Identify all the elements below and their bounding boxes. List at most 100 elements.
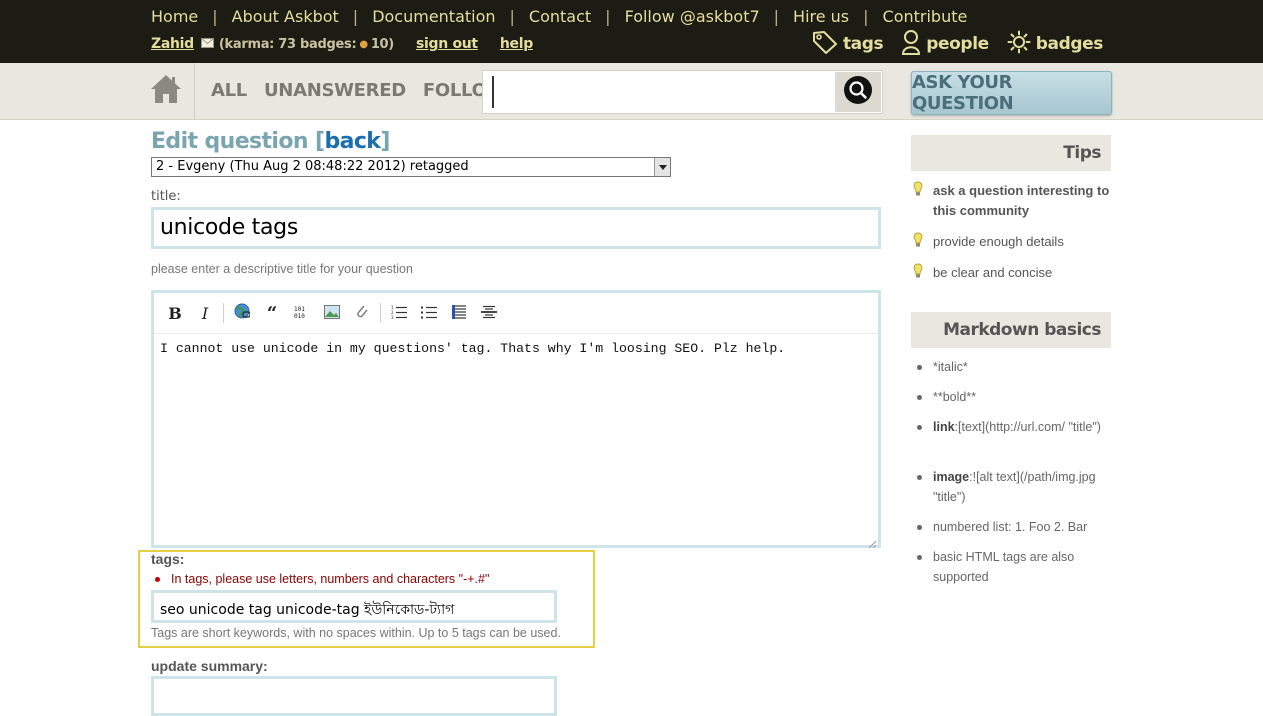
- nav-follow-link[interactable]: Follow @askbot7: [625, 7, 760, 26]
- bullet-list-icon: [421, 304, 437, 323]
- nav-separator: |: [212, 6, 218, 26]
- toolbar-separator: [223, 303, 224, 323]
- horizontal-rule-button[interactable]: [474, 301, 504, 325]
- bullet-icon: [917, 425, 922, 430]
- bullet-icon: [917, 525, 922, 530]
- tags-nav-item[interactable]: tags: [812, 30, 884, 59]
- ask-question-button[interactable]: ASK YOUR QUESTION: [911, 71, 1112, 115]
- resize-grip-icon[interactable]: [868, 535, 877, 549]
- person-icon: [901, 29, 926, 60]
- nav-contact-link[interactable]: Contact: [529, 7, 591, 26]
- chevron-down-icon[interactable]: [654, 158, 670, 176]
- markdown-item-text: basic HTML tags are also supported: [933, 550, 1075, 584]
- bullet-icon: [917, 365, 922, 370]
- link-button[interactable]: [227, 301, 257, 325]
- badge-sun-icon: [1007, 30, 1036, 59]
- bullet-list-button[interactable]: [414, 301, 444, 325]
- markdown-item: link:[text](http://url.com/ "title"): [917, 417, 1113, 437]
- svg-text:3: 3: [391, 315, 394, 319]
- svg-text:101: 101: [294, 306, 305, 313]
- page-title: Edit question [back]: [151, 129, 390, 154]
- bold-icon: B: [168, 303, 182, 323]
- markdown-item: **bold**: [917, 387, 1113, 407]
- italic-button[interactable]: I: [190, 301, 220, 325]
- search-button[interactable]: [835, 72, 881, 112]
- bold-button[interactable]: B: [160, 301, 190, 325]
- nav-about-link[interactable]: About Askbot: [232, 7, 339, 26]
- heading-icon: [452, 304, 466, 323]
- quote-button[interactable]: “: [257, 301, 287, 325]
- image-button[interactable]: [317, 301, 347, 325]
- bullet-icon: [917, 555, 922, 560]
- badges-nav-item[interactable]: badges: [1007, 30, 1103, 59]
- nav-documentation-link[interactable]: Documentation: [372, 7, 495, 26]
- error-bullet-icon: [155, 576, 160, 582]
- tags-nav-label: tags: [842, 34, 884, 54]
- badges-nav-label: badges: [1035, 34, 1104, 54]
- paperclip-icon: [355, 303, 369, 323]
- meta-navigation: tags people badges: [794, 29, 1103, 60]
- nav-contribute-link[interactable]: Contribute: [883, 7, 968, 26]
- numbered-list-icon: 123: [391, 304, 407, 323]
- nav-separator: |: [352, 6, 359, 26]
- nav-separator: |: [509, 6, 515, 26]
- markdown-heading: Markdown basics: [911, 312, 1111, 348]
- question-body-textarea[interactable]: I cannot use unicode in my questions' ta…: [160, 341, 872, 541]
- username-link[interactable]: Zahid: [151, 36, 194, 52]
- badge-dot-icon: ●: [359, 38, 368, 50]
- tip-item: ask a question interesting to this commu…: [913, 181, 1113, 221]
- back-link[interactable]: back: [324, 129, 380, 154]
- markdown-item: basic HTML tags are also supported: [917, 547, 1113, 587]
- markdown-item-text: numbered list: 1. Foo 2. Bar: [933, 520, 1088, 534]
- code-button[interactable]: 101 010: [287, 301, 317, 325]
- svg-text:010: 010: [294, 313, 305, 319]
- tags-hint: Tags are short keywords, with no spaces …: [151, 626, 561, 640]
- scope-all-tab[interactable]: ALL: [211, 80, 247, 101]
- markdown-item-text: *italic*: [933, 360, 968, 374]
- top-header: Home | About Askbot | Documentation | Co…: [0, 0, 1263, 63]
- quote-icon: “: [266, 302, 278, 324]
- attachment-button[interactable]: [347, 301, 377, 325]
- scope-unanswered-tab[interactable]: UNANSWERED: [264, 80, 406, 101]
- tip-text: provide enough details: [933, 234, 1064, 249]
- tip-text: ask a question interesting to this commu…: [933, 183, 1110, 218]
- badge-count: 10): [370, 36, 394, 52]
- code-binary-icon: 101 010: [294, 304, 310, 323]
- karma-badges-text: (karma: 73 badges:: [218, 36, 357, 52]
- nav-hire-link[interactable]: Hire us: [793, 7, 849, 26]
- home-icon: [150, 75, 182, 109]
- tip-text: be clear and concise: [933, 265, 1053, 280]
- question-editor: B I “ 101 010 123 I cannot use unicode in…: [151, 290, 881, 549]
- people-nav-item[interactable]: people: [901, 29, 989, 60]
- tags-error-message: In tags, please use letters, numbers and…: [155, 572, 489, 586]
- tips-heading: Tips: [911, 135, 1111, 171]
- update-summary-input[interactable]: [151, 676, 557, 716]
- help-link[interactable]: help: [500, 36, 533, 52]
- search-icon: [843, 75, 873, 110]
- sign-out-link[interactable]: sign out: [416, 36, 478, 52]
- tag-icon: [812, 30, 843, 59]
- heading-button[interactable]: [444, 301, 474, 325]
- horizontal-rule-icon: [481, 304, 497, 323]
- title-label: title:: [151, 189, 181, 204]
- revision-select[interactable]: 2 - Evgeny (Thu Aug 2 08:48:22 2012) ret…: [151, 157, 671, 177]
- lightbulb-icon: [913, 181, 933, 221]
- toolbar-separator: [380, 303, 381, 323]
- people-nav-label: people: [926, 34, 989, 54]
- italic-icon: I: [201, 303, 209, 323]
- nav-home-link[interactable]: Home: [151, 7, 198, 26]
- title-input[interactable]: unicode tags: [151, 207, 881, 249]
- search-input[interactable]: [492, 76, 834, 108]
- home-button[interactable]: [150, 73, 182, 107]
- numbered-list-button[interactable]: 123: [384, 301, 414, 325]
- globe-link-icon: [234, 303, 251, 323]
- tags-input[interactable]: seo unicode tag unicode-tag ইউনিকোড-ট্যা…: [151, 590, 557, 623]
- envelope-icon[interactable]: [200, 36, 214, 52]
- scope-divider: [194, 63, 195, 120]
- markdown-item: image:![alt text](/path/img.jpg "title"): [917, 467, 1113, 507]
- page-title-text: Edit question [: [151, 129, 325, 154]
- nav-separator: |: [605, 6, 611, 26]
- markdown-item: *italic*: [917, 357, 1113, 377]
- tip-item: be clear and concise: [913, 263, 1113, 285]
- markdown-item-text: **bold**: [933, 390, 977, 404]
